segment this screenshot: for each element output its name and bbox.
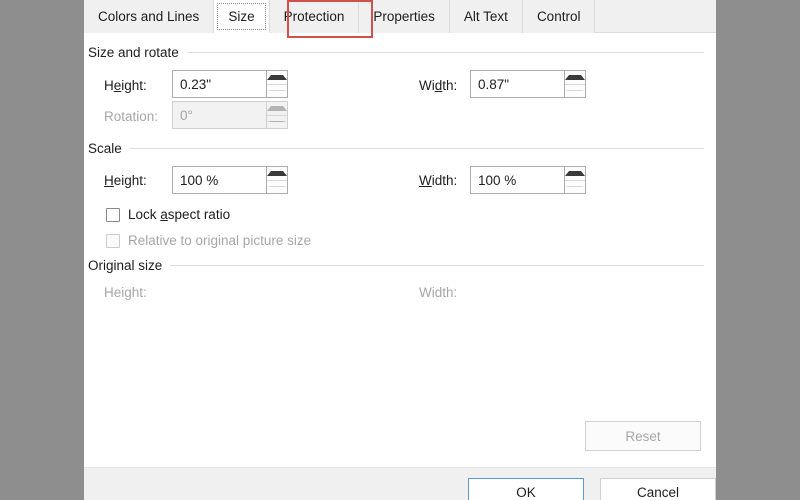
spinner-up-button	[267, 102, 287, 115]
tab-label: Colors and Lines	[98, 9, 200, 24]
caret-up-icon	[565, 170, 585, 176]
scale-height-label: Height:	[104, 173, 147, 188]
group-title: Size and rotate	[88, 45, 179, 60]
tab-colors-and-lines[interactable]: Colors and Lines	[84, 0, 215, 33]
spinner-buttons	[266, 102, 287, 128]
tab-label: Protection	[283, 9, 345, 24]
tabstrip-filler	[595, 0, 716, 32]
group-rule	[129, 148, 704, 149]
original-height-label: Height:	[104, 285, 147, 300]
rotation-value: 0°	[180, 107, 193, 123]
lock-aspect-ratio-checkbox[interactable]: Lock aspect ratio	[106, 207, 230, 222]
scale-width-spinner[interactable]: 100 %	[470, 166, 586, 194]
size-width-value[interactable]: 0.87"	[471, 71, 564, 97]
scale-height-value[interactable]: 100 %	[173, 167, 266, 193]
scale-width-label: Width:	[419, 173, 458, 188]
caret-down-icon	[267, 186, 287, 188]
reset-button-label: Reset	[625, 428, 661, 444]
dialog-tabstrip: Colors and Lines Size Protection Propert…	[84, 0, 716, 33]
lock-aspect-ratio-label: Lock aspect ratio	[128, 207, 231, 222]
scale-height-spinner[interactable]: 100 %	[172, 166, 288, 194]
checkbox-box-icon	[106, 233, 120, 248]
size-width-label: Width:	[419, 78, 458, 93]
size-height-spinner[interactable]: 0.23"	[172, 70, 288, 98]
caret-down-icon	[565, 90, 585, 92]
tab-protection[interactable]: Protection	[269, 0, 360, 33]
tab-label: Size	[228, 8, 255, 24]
rotation-label: Rotation:	[104, 109, 159, 124]
caret-down-icon	[267, 90, 287, 92]
spinner-down-button[interactable]	[267, 179, 287, 193]
spinner-up-button[interactable]	[565, 71, 585, 84]
relative-to-original-picture-size-label: Relative to original picture size	[128, 233, 312, 248]
relative-to-original-picture-size-checkbox: Relative to original picture size	[106, 233, 311, 248]
size-height-label: Height:	[104, 78, 147, 93]
rotation-spinner: 0°	[172, 101, 288, 129]
cancel-button-label: Cancel	[636, 484, 680, 500]
tab-control[interactable]: Control	[522, 0, 596, 33]
caret-up-icon	[267, 105, 287, 111]
caret-up-icon	[565, 74, 585, 80]
tab-label: Properties	[373, 9, 435, 24]
spinner-down-button[interactable]	[565, 83, 585, 97]
screen: Colors and Lines Size Protection Propert…	[0, 0, 800, 500]
cancel-button[interactable]: Cancel	[600, 478, 716, 500]
group-title: Scale	[88, 141, 122, 156]
dialog-footer: OK Cancel	[84, 467, 716, 500]
spinner-buttons	[564, 71, 585, 97]
group-header-scale: Scale	[88, 141, 704, 156]
group-header-size-and-rotate: Size and rotate	[88, 45, 704, 60]
tab-label: Control	[536, 9, 581, 24]
caret-down-icon	[565, 186, 585, 188]
ok-button-label: OK	[516, 484, 536, 500]
spinner-buttons	[266, 71, 287, 97]
original-width-label: Width:	[419, 285, 458, 300]
caret-down-icon	[267, 121, 287, 123]
spinner-down-button	[267, 114, 287, 128]
caret-up-icon	[267, 170, 287, 176]
size-width-spinner[interactable]: 0.87"	[470, 70, 586, 98]
group-rule	[170, 265, 704, 266]
group-title: Original size	[88, 258, 163, 273]
spinner-buttons	[266, 167, 287, 193]
tab-label: Alt Text	[463, 9, 508, 24]
caret-up-icon	[267, 74, 287, 80]
ok-button[interactable]: OK	[468, 478, 584, 500]
format-object-dialog: Colors and Lines Size Protection Propert…	[84, 0, 716, 500]
dialog-body: Size and rotate Height: 0.23" Width: 0.8…	[84, 33, 716, 467]
spinner-up-button[interactable]	[267, 71, 287, 84]
tab-size[interactable]: Size	[214, 0, 270, 33]
tab-alt-text[interactable]: Alt Text	[449, 0, 523, 33]
spinner-buttons	[564, 167, 585, 193]
spinner-up-button[interactable]	[267, 167, 287, 180]
spinner-down-button[interactable]	[267, 83, 287, 97]
tab-properties[interactable]: Properties	[359, 0, 450, 33]
spinner-down-button[interactable]	[565, 179, 585, 193]
group-rule	[186, 52, 704, 53]
checkbox-box-icon[interactable]	[106, 207, 120, 222]
scale-width-value[interactable]: 100 %	[471, 167, 564, 193]
spinner-up-button[interactable]	[565, 167, 585, 180]
size-height-value[interactable]: 0.23"	[173, 71, 266, 97]
group-header-original-size: Original size	[88, 258, 704, 273]
reset-button: Reset	[585, 421, 701, 451]
